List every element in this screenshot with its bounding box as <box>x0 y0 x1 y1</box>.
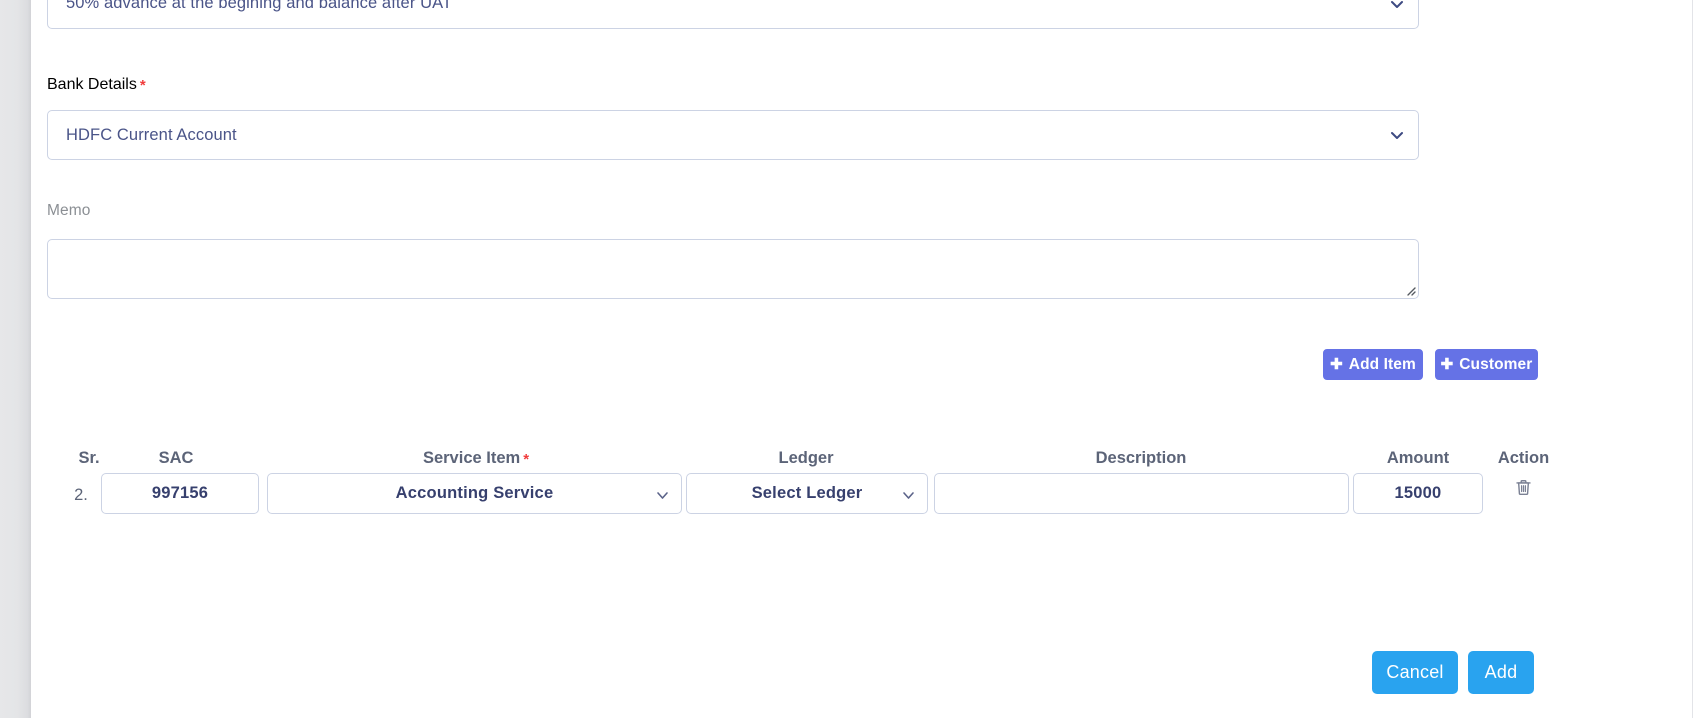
description-input[interactable] <box>934 473 1349 514</box>
bank-details-label-text: Bank Details <box>47 76 137 93</box>
payment-terms-select[interactable]: 50% advance at the begining and balance … <box>47 0 1419 29</box>
modal-viewport: 50% advance at the begining and balance … <box>0 0 1693 718</box>
column-header-action: Action <box>1497 449 1550 467</box>
sac-input[interactable]: 997156 <box>101 473 259 514</box>
add-customer-button[interactable]: ✚ Customer <box>1435 349 1538 380</box>
column-header-amount: Amount <box>1386 449 1450 467</box>
chevron-down-icon <box>656 487 669 500</box>
column-header-ledger: Ledger <box>778 449 834 467</box>
modal-body: 50% advance at the begining and balance … <box>31 0 1693 718</box>
chevron-down-icon <box>1390 128 1404 142</box>
plus-icon: ✚ <box>1330 355 1343 373</box>
trash-icon[interactable] <box>1510 474 1536 500</box>
memo-label: Memo <box>47 202 91 219</box>
required-asterisk: * <box>523 451 530 468</box>
bank-details-field: Bank Details * HDFC Current Account <box>47 76 1419 160</box>
memo-textarea[interactable] <box>47 238 1419 299</box>
bank-details-value: HDFC Current Account <box>66 125 237 144</box>
add-item-label: Add Item <box>1348 355 1416 373</box>
payment-terms-field: 50% advance at the begining and balance … <box>47 0 1419 29</box>
modal-backdrop-strip <box>0 0 31 718</box>
bank-details-label: Bank Details * <box>47 76 1419 94</box>
chevron-down-icon <box>1390 0 1404 11</box>
service-item-select[interactable]: Accounting Service <box>267 473 682 514</box>
service-item-value: Accounting Service <box>395 484 554 502</box>
payment-terms-value: 50% advance at the begining and balance … <box>66 0 453 12</box>
table-row-sr: 2. <box>74 486 88 504</box>
bank-details-select[interactable]: HDFC Current Account <box>47 110 1419 160</box>
add-button[interactable]: Add <box>1468 651 1534 694</box>
chevron-down-icon <box>902 487 915 500</box>
required-asterisk: * <box>139 77 146 94</box>
add-customer-label: Customer <box>1459 355 1533 373</box>
column-header-service-item-text: Service Item <box>422 449 521 467</box>
column-header-description: Description <box>1095 449 1187 467</box>
resize-grip-icon[interactable] <box>1402 282 1416 296</box>
column-header-service-item: Service Item * <box>267 450 685 467</box>
amount-input[interactable]: 15000 <box>1353 473 1483 514</box>
cancel-button[interactable]: Cancel <box>1372 651 1458 694</box>
memo-field: Memo <box>47 203 1419 299</box>
column-header-sac: SAC <box>158 449 194 467</box>
ledger-value: Select Ledger <box>751 484 863 502</box>
plus-icon: ✚ <box>1440 355 1454 373</box>
ledger-select[interactable]: Select Ledger <box>686 473 928 514</box>
add-item-button[interactable]: ✚ Add Item <box>1323 349 1423 380</box>
